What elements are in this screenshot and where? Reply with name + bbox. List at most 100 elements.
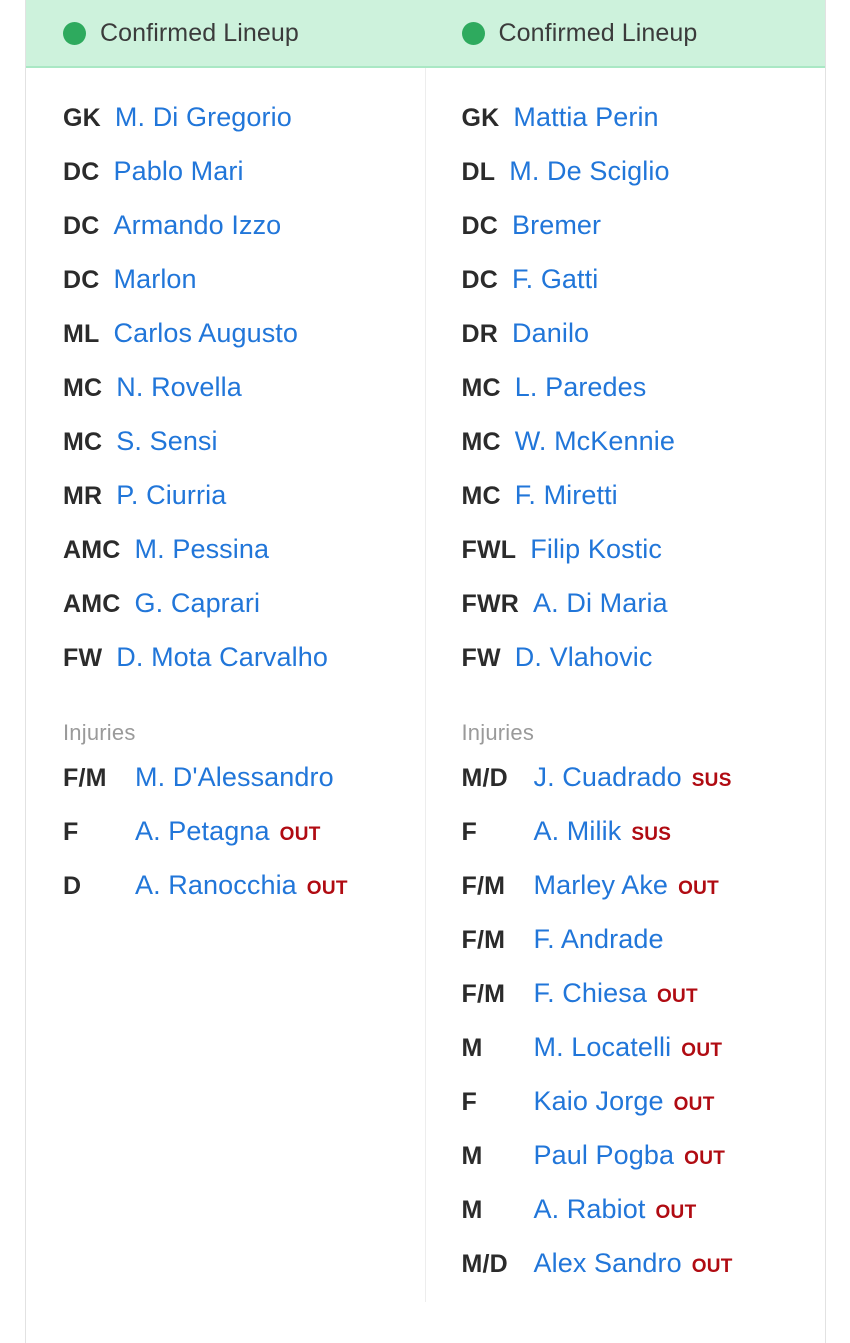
player-link[interactable]: Danilo — [512, 318, 589, 349]
player-link[interactable]: A. Ranocchia — [135, 870, 297, 901]
lineup-row: DC F. Gatti — [462, 264, 825, 318]
home-lineup-list: GK M. Di Gregorio DC Pablo Mari DC Arman… — [63, 102, 426, 696]
player-link[interactable]: Marley Ake — [534, 870, 669, 901]
green-dot-icon — [63, 21, 86, 45]
injury-row: M/D Alex Sandro OUT — [462, 1248, 825, 1302]
position-label: MC — [461, 374, 501, 402]
lineup-row: GK M. Di Gregorio — [63, 102, 426, 156]
player-link[interactable]: Paul Pogba — [534, 1140, 675, 1171]
lineup-row: DC Armando Izzo — [63, 210, 426, 264]
away-injuries-list: M/D J. Cuadrado SUS F A. Milik SUS F/M M… — [462, 762, 825, 1302]
lineup-row: FW D. Mota Carvalho — [63, 642, 426, 696]
injury-row: F/M F. Andrade — [462, 924, 825, 978]
status-badge: OUT — [306, 878, 348, 899]
status-badge: OUT — [673, 1094, 715, 1115]
lineup-row: FWL Filip Kostic — [462, 534, 825, 588]
lineup-row: DL M. De Sciglio — [462, 156, 825, 210]
player-link[interactable]: G. Caprari — [135, 588, 261, 619]
position-label: FWL — [461, 536, 517, 564]
player-link[interactable]: A. Petagna — [135, 816, 270, 847]
position-label: M — [461, 1034, 483, 1062]
player-link[interactable]: M. D'Alessandro — [135, 762, 334, 793]
status-badge: SUS — [631, 824, 672, 845]
position-label: DC — [461, 212, 499, 240]
player-link[interactable]: Alex Sandro — [534, 1248, 682, 1279]
injury-row: M A. Rabiot OUT — [462, 1194, 825, 1248]
position-label: M/D — [461, 764, 508, 792]
lineup-row: MC F. Miretti — [462, 480, 825, 534]
lineup-row: GK Mattia Perin — [462, 102, 825, 156]
player-link[interactable]: Filip Kostic — [530, 534, 662, 565]
player-link[interactable]: Marlon — [114, 264, 197, 295]
player-link[interactable]: A. Milik — [534, 816, 622, 847]
player-link[interactable]: A. Di Maria — [533, 588, 668, 619]
injury-row: F A. Petagna OUT — [63, 816, 426, 870]
position-label: GK — [461, 104, 500, 132]
player-link[interactable]: Armando Izzo — [114, 210, 282, 241]
injury-row: M M. Locatelli OUT — [462, 1032, 825, 1086]
position-label: F — [461, 818, 477, 846]
position-label: D — [63, 872, 82, 900]
status-badge: OUT — [656, 986, 698, 1007]
player-link[interactable]: M. De Sciglio — [509, 156, 669, 187]
player-link[interactable]: Carlos Augusto — [114, 318, 299, 349]
lineup-row: ML Carlos Augusto — [63, 318, 426, 372]
player-link[interactable]: A. Rabiot — [534, 1194, 646, 1225]
injury-row: F/M M. D'Alessandro — [63, 762, 426, 816]
player-link[interactable]: M. Di Gregorio — [115, 102, 292, 133]
player-link[interactable]: F. Andrade — [534, 924, 664, 955]
status-badge: OUT — [684, 1148, 726, 1169]
home-status-label: Confirmed Lineup — [100, 18, 299, 47]
player-link[interactable]: D. Mota Carvalho — [116, 642, 328, 673]
injury-row: M Paul Pogba OUT — [462, 1140, 825, 1194]
player-link[interactable]: W. McKennie — [515, 426, 675, 457]
position-label: M — [461, 1196, 483, 1224]
lineup-row: DC Pablo Mari — [63, 156, 426, 210]
position-label: F/M — [461, 926, 506, 954]
position-label: MC — [63, 428, 103, 456]
lineup-row: MR P. Ciurria — [63, 480, 426, 534]
player-link[interactable]: M. Locatelli — [534, 1032, 672, 1063]
player-link[interactable]: Mattia Perin — [513, 102, 658, 133]
status-badge: OUT — [279, 824, 321, 845]
position-label: DL — [461, 158, 496, 186]
position-label: MR — [63, 482, 103, 510]
player-link[interactable]: D. Vlahovic — [515, 642, 653, 673]
position-label: DC — [63, 212, 100, 240]
player-link[interactable]: M. Pessina — [135, 534, 270, 565]
position-label: GK — [63, 104, 101, 132]
position-label: DR — [461, 320, 499, 348]
player-link[interactable]: Bremer — [512, 210, 601, 241]
position-label: DC — [63, 266, 100, 294]
player-link[interactable]: F. Chiesa — [534, 978, 647, 1009]
lineup-row: AMC M. Pessina — [63, 534, 426, 588]
player-link[interactable]: S. Sensi — [116, 426, 217, 457]
lineup-row: DC Marlon — [63, 264, 426, 318]
player-link[interactable]: F. Miretti — [515, 480, 618, 511]
player-link[interactable]: Kaio Jorge — [534, 1086, 664, 1117]
injury-row: D A. Ranocchia OUT — [63, 870, 426, 924]
position-label: DC — [63, 158, 100, 186]
player-link[interactable]: P. Ciurria — [116, 480, 226, 511]
page-root: Confirmed Lineup Confirmed Lineup GK M. … — [0, 0, 850, 1343]
player-link[interactable]: N. Rovella — [116, 372, 242, 403]
position-label: DC — [461, 266, 499, 294]
player-link[interactable]: J. Cuadrado — [534, 762, 682, 793]
lineup-columns: GK M. Di Gregorio DC Pablo Mari DC Arman… — [26, 68, 825, 1302]
position-label: F/M — [63, 764, 107, 792]
away-lineup-list: GK Mattia Perin DL M. De Sciglio DC Brem… — [462, 102, 825, 696]
position-label: FW — [461, 644, 501, 672]
position-label: FWR — [461, 590, 520, 618]
away-column: GK Mattia Perin DL M. De Sciglio DC Brem… — [424, 68, 825, 1302]
lineup-row: MC S. Sensi — [63, 426, 426, 480]
player-link[interactable]: L. Paredes — [515, 372, 647, 403]
lineup-row: DR Danilo — [462, 318, 825, 372]
position-label: AMC — [63, 536, 121, 564]
player-link[interactable]: Pablo Mari — [114, 156, 244, 187]
position-label: ML — [63, 320, 100, 348]
injury-row: M/D J. Cuadrado SUS — [462, 762, 825, 816]
player-link[interactable]: F. Gatti — [512, 264, 598, 295]
injury-row: F A. Milik SUS — [462, 816, 825, 870]
lineup-card: Confirmed Lineup Confirmed Lineup GK M. … — [25, 0, 826, 1343]
lineup-row: MC W. McKennie — [462, 426, 825, 480]
